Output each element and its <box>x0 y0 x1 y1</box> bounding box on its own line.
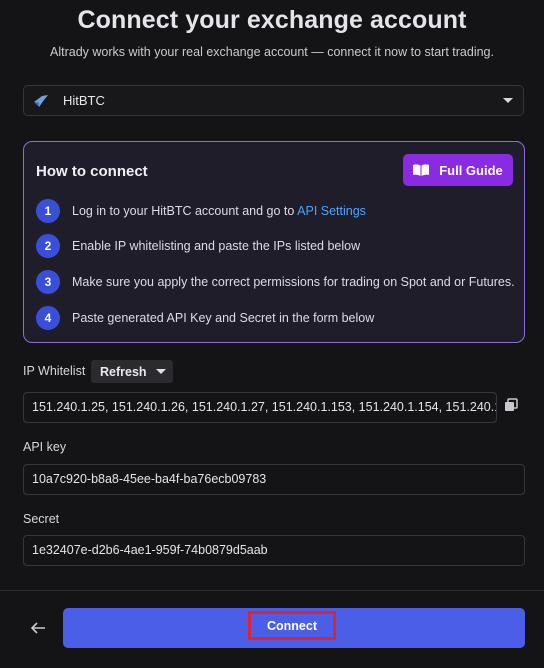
how-to-connect-panel: How to connect Full Guide 1 Log in to yo… <box>23 141 525 343</box>
api-settings-link[interactable]: API Settings <box>297 204 366 218</box>
step-number: 1 <box>36 199 60 223</box>
step-number: 2 <box>36 234 60 258</box>
chevron-down-icon <box>156 369 166 374</box>
exchange-select-value: HitBTC <box>63 93 105 108</box>
exchange-select[interactable]: HitBTC <box>23 85 524 116</box>
footer-bar: Connect <box>0 590 544 668</box>
how-to-connect-title: How to connect <box>36 163 148 180</box>
full-guide-button[interactable]: Full Guide <box>403 154 513 186</box>
connect-button[interactable]: Connect <box>63 608 525 648</box>
connect-button-label: Connect <box>248 611 336 640</box>
step-text: Log in to your HitBTC account and go to <box>72 204 298 218</box>
secret-input[interactable]: 1e32407e-d2b6-4ae1-959f-74b0879d5aab <box>23 535 525 566</box>
chevron-down-icon <box>503 98 513 103</box>
step-4: 4 Paste generated API Key and Secret in … <box>36 306 374 330</box>
ip-whitelist-label: IP Whitelist <box>23 364 86 378</box>
full-guide-label: Full Guide <box>439 162 503 178</box>
refresh-dropdown[interactable]: Refresh <box>91 360 173 383</box>
step-2: 2 Enable IP whitelisting and paste the I… <box>36 234 360 258</box>
secret-label: Secret <box>23 512 60 526</box>
step-number: 4 <box>36 306 60 330</box>
step-1: 1 Log in to your HitBTC account and go t… <box>36 199 366 223</box>
step-3: 3 Make sure you apply the correct permis… <box>36 270 515 294</box>
ip-whitelist-field[interactable]: 151.240.1.25, 151.240.1.26, 151.240.1.27… <box>23 392 497 423</box>
step-text: Make sure you apply the correct permissi… <box>72 275 515 289</box>
hitbtc-logo-icon <box>33 93 49 109</box>
api-key-input[interactable]: 10a7c920-b8a8-45ee-ba4f-ba76ecb09783 <box>23 464 525 495</box>
refresh-label: Refresh <box>100 364 147 379</box>
copy-icon[interactable] <box>504 398 520 414</box>
step-number: 3 <box>36 270 60 294</box>
step-text: Enable IP whitelisting and paste the IPs… <box>72 239 361 253</box>
book-icon <box>413 164 430 176</box>
back-arrow-icon[interactable] <box>30 621 48 637</box>
page-subtitle: Altrady works with your real exchange ac… <box>50 45 494 59</box>
page-title: Connect your exchange account <box>77 6 467 34</box>
step-text: Paste generated API Key and Secret in th… <box>72 311 375 325</box>
api-key-label: API key <box>23 440 67 454</box>
